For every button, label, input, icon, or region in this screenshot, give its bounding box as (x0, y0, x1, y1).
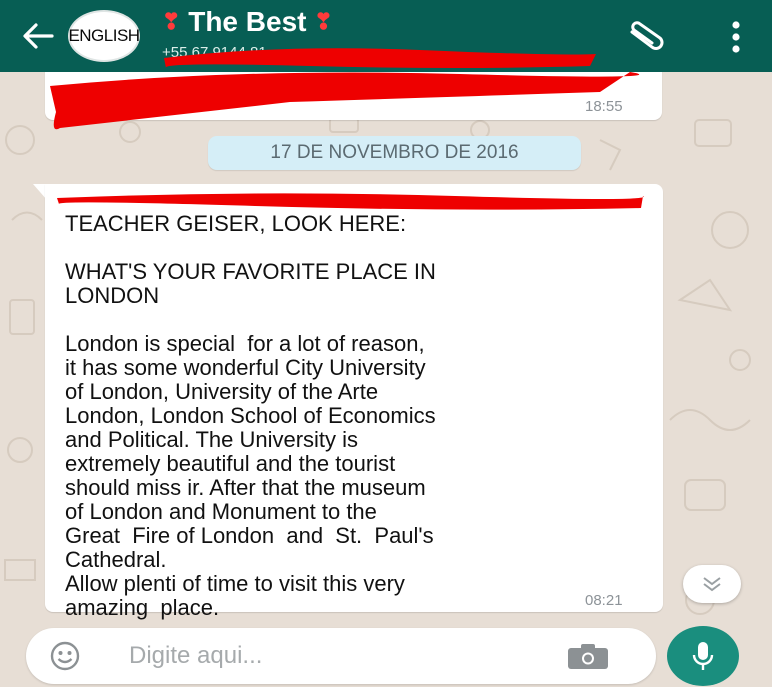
message-input[interactable]: Digite aqui... (129, 642, 262, 670)
group-avatar[interactable]: ENGLISH (68, 10, 140, 62)
redaction-mark (164, 48, 596, 68)
redaction-mark (50, 72, 640, 130)
camera-icon[interactable] (567, 644, 609, 670)
message-time: 08:21 (585, 592, 623, 609)
scroll-to-bottom-button[interactable] (683, 565, 741, 603)
back-arrow-icon[interactable] (22, 22, 54, 50)
heart-emoji: ❣ (314, 9, 333, 34)
message-text: TEACHER GEISER, LOOK HERE: WHAT'S YOUR F… (65, 211, 436, 620)
more-vertical-icon[interactable] (728, 20, 744, 54)
paperclip-icon[interactable] (626, 20, 670, 52)
message-bubble[interactable]: TEACHER GEISER, LOOK HERE: WHAT'S YOUR F… (45, 184, 663, 620)
redaction-mark (57, 193, 644, 210)
chat-header: ENGLISH ❣ The Best ❣ +55 67 9144 81... (0, 0, 772, 72)
message-composer[interactable]: Digite aqui... (26, 628, 656, 684)
heart-emoji: ❣ (162, 9, 181, 34)
avatar-text: ENGLISH (68, 26, 140, 45)
mic-icon (692, 642, 714, 670)
chat-title-text: The Best (188, 6, 307, 37)
emoji-icon[interactable] (50, 641, 80, 671)
mic-button[interactable] (667, 626, 739, 686)
chat-title[interactable]: ❣ The Best ❣ (162, 6, 333, 38)
scroll-down-icon (703, 577, 721, 592)
